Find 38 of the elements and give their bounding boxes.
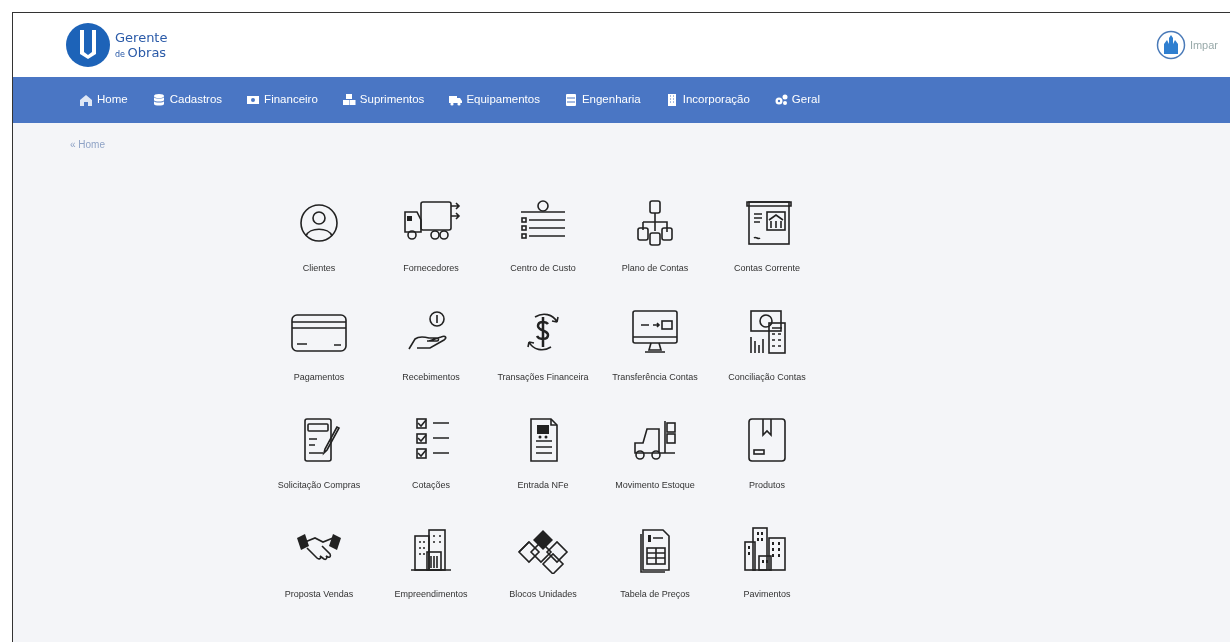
nav-link[interactable]: Geral xyxy=(773,91,820,109)
menu-tile[interactable]: Entrada NFe xyxy=(487,415,599,493)
gears-icon xyxy=(773,93,788,107)
menu-tile[interactable]: Pavimentos xyxy=(711,523,823,601)
menu-tile[interactable]: Proposta Vendas xyxy=(263,523,375,601)
menu-tile[interactable]: Centro de Custo xyxy=(487,198,599,276)
menu-tile[interactable]: Plano de Contas xyxy=(599,198,711,276)
banknote-icon xyxy=(246,93,261,107)
menu-tile[interactable]: Cotações xyxy=(375,415,487,493)
server-icon xyxy=(563,93,578,107)
menu-tile[interactable]: Transferência Contas xyxy=(599,306,711,384)
nav-link[interactable]: Financeiro xyxy=(246,91,318,109)
menu-tile[interactable]: Produtos xyxy=(711,415,823,493)
menu-tile[interactable]: Contas Corrente xyxy=(711,198,823,276)
menu-tile[interactable]: Tabela de Preços xyxy=(599,523,711,601)
menu-tile[interactable]: Solicitação Compras xyxy=(263,415,375,493)
menu-tile[interactable]: Transações Financeira xyxy=(487,306,599,384)
home-icon xyxy=(79,93,93,107)
menu-tile[interactable]: Empreendimentos xyxy=(375,523,487,601)
nav-link[interactable]: Engenharia xyxy=(563,91,641,109)
nav-link[interactable]: Incorporação xyxy=(664,91,750,109)
menu-tile[interactable]: Recebimentos xyxy=(375,306,487,384)
menu-tile[interactable]: Conciliação Contas xyxy=(711,306,823,384)
logo-icon xyxy=(65,22,111,68)
menu-tile[interactable]: Movimento Estoque xyxy=(599,415,711,493)
nav-link[interactable]: Suprimentos xyxy=(341,91,425,109)
menu-tile[interactable]: Fornecedores xyxy=(375,198,487,276)
database-icon xyxy=(151,93,166,107)
truck-icon xyxy=(448,93,463,107)
nav-link[interactable]: Home xyxy=(79,91,128,109)
avatar-icon[interactable] xyxy=(1155,30,1186,60)
menu-tile[interactable]: Pagamentos xyxy=(263,306,375,384)
nav-link[interactable]: Equipamentos xyxy=(448,91,540,109)
menu-tile[interactable]: Clientes xyxy=(263,198,375,276)
logo-text: Gerente de Obras xyxy=(115,30,168,60)
nav-link[interactable]: Cadastros xyxy=(151,91,223,109)
menu-tile[interactable]: Blocos Unidades xyxy=(487,523,599,601)
cubes-icon xyxy=(341,93,356,107)
